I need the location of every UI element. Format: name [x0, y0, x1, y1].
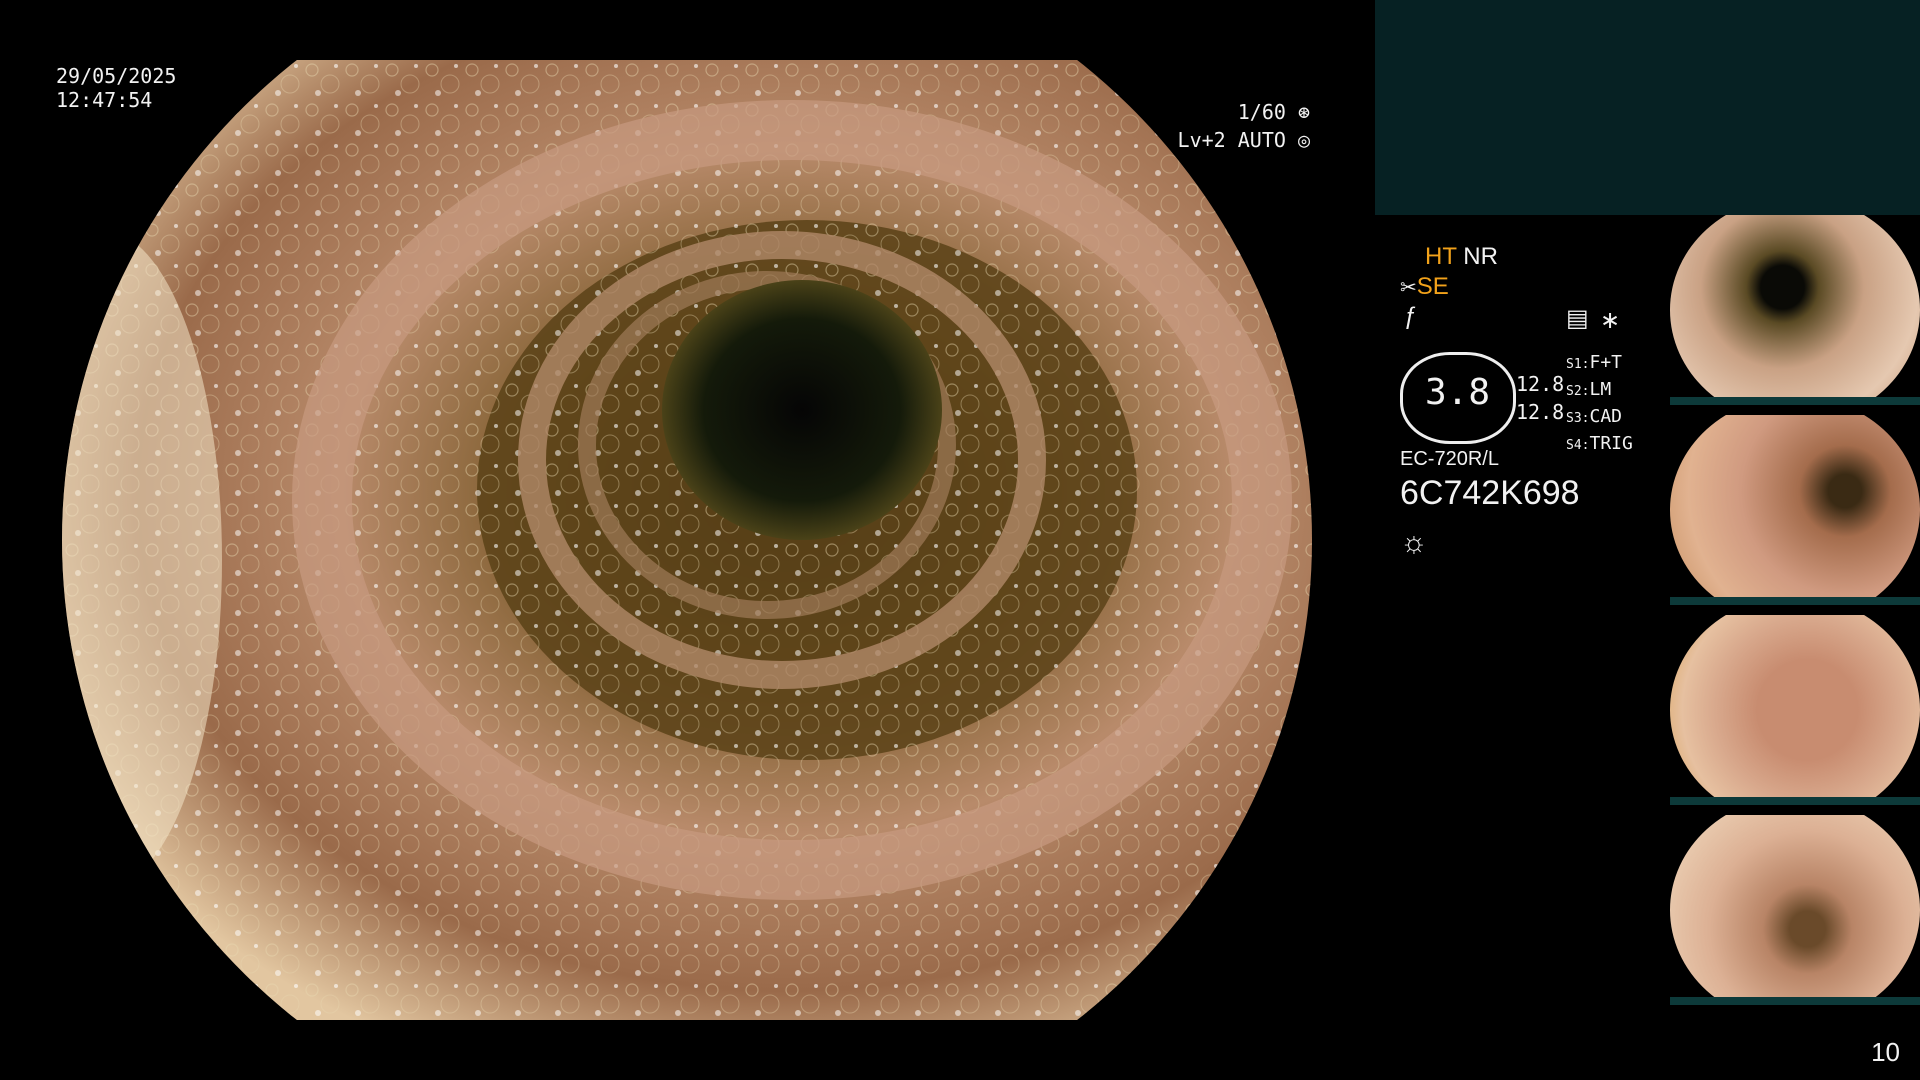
mode-item: S1:F+T: [1566, 352, 1622, 373]
mode-item: S3:CAD: [1566, 406, 1622, 427]
memo-icon: ▤: [1566, 305, 1589, 332]
asterisk-icon: ∗: [1600, 307, 1621, 334]
shutter-speed-text: 1/60: [1237, 100, 1286, 124]
capture-thumbnail[interactable]: [1670, 615, 1920, 805]
date-text: 29/05/2025: [56, 64, 177, 88]
nr-indicator: NR: [1463, 243, 1498, 270]
capture-thumbnail[interactable]: [1670, 215, 1920, 405]
scissor-icon: ✂: [1400, 277, 1417, 299]
readout-2: 12.8: [1516, 400, 1565, 424]
scope-model: EC-720R/L: [1400, 448, 1499, 470]
aperture-icon: ⊛: [1297, 100, 1310, 124]
page-number: 10: [1871, 1037, 1900, 1067]
endoscope-view: [62, 60, 1312, 1020]
exposure-level-text: Lv+2 AUTO: [1177, 128, 1286, 152]
ht-indicator: HT: [1425, 243, 1457, 270]
sun-icon: ☼: [1400, 526, 1428, 559]
scope-serial: 6C742K698: [1400, 474, 1580, 512]
info-display-panel: [1375, 0, 1920, 215]
auto-iris-icon: ◎: [1297, 128, 1310, 152]
readout-1: 12.8: [1516, 372, 1565, 396]
capture-thumbnail[interactable]: [1670, 415, 1920, 605]
time-text: 12:47:54: [56, 88, 153, 112]
f-icon: ƒ: [1404, 303, 1418, 330]
mode-item: S2:LM: [1566, 379, 1612, 400]
gauge-readouts: 12.8 12.8: [1516, 370, 1564, 426]
exposure-overlay: 1/60 ⊛ Lv+2 AUTO ◎: [1178, 98, 1310, 154]
switch-modes-list: S1:F+T S2:LM S3:CAD S4:TRIG: [1566, 350, 1633, 458]
enhancement-row: HT NR: [1425, 242, 1498, 272]
colon-lumen-image: [62, 60, 1312, 1020]
date-time-overlay: 29/05/2025 12:47:54: [56, 64, 176, 112]
zoom-gauge-value: 3.8: [1425, 372, 1491, 413]
mode-item: S4:TRIG: [1566, 433, 1633, 454]
structure-row: ✂SE: [1400, 272, 1449, 303]
se-indicator: SE: [1416, 273, 1449, 300]
capture-thumbnail[interactable]: [1670, 815, 1920, 1005]
